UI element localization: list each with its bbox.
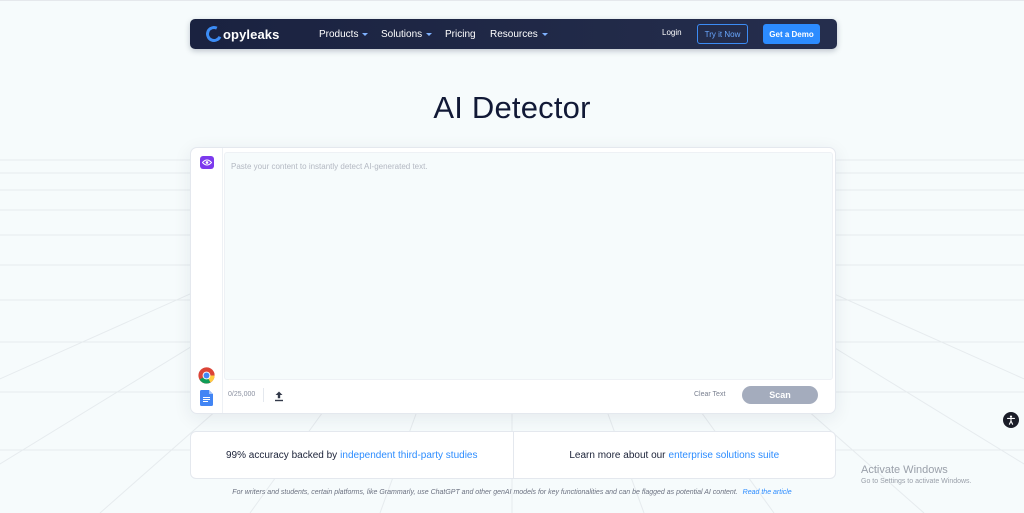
accuracy-text: 99% accuracy backed by [226,449,338,461]
nav-resources[interactable]: Resources [490,27,548,41]
watermark-title: Activate Windows [861,464,948,476]
footer-divider [263,388,264,402]
nav-solutions-label: Solutions [381,28,423,40]
editor-side-toolbar [191,148,223,413]
try-it-now-button[interactable]: Try it Now [697,24,748,44]
read-article-link[interactable]: Read the article [743,489,792,496]
nav-products-label: Products [319,28,359,40]
scan-button[interactable]: Scan [742,386,818,404]
accessibility-icon[interactable] [1003,412,1019,428]
chevron-down-icon [426,32,433,36]
clear-text-button[interactable]: Clear Text [694,391,725,398]
enterprise-info: Learn more about our enterprise solution… [512,432,836,478]
nav-pricing-label: Pricing [445,28,476,40]
disclaimer: For writers and students, certain platfo… [0,489,1024,496]
login-link[interactable]: Login [662,28,682,37]
enterprise-text: Learn more about our [569,449,666,461]
nav-resources-label: Resources [490,28,538,40]
get-a-demo-button[interactable]: Get a Demo [763,24,820,44]
accuracy-info: 99% accuracy backed by independent third… [191,432,513,478]
top-border [0,0,1024,1]
nav-solutions[interactable]: Solutions [381,27,433,41]
disclaimer-text: For writers and students, certain platfo… [232,489,738,496]
eye-icon[interactable] [200,156,214,169]
chevron-down-icon [541,32,548,36]
character-counter: 0/25,000 [228,391,256,398]
content-input[interactable] [224,152,833,380]
third-party-studies-link[interactable]: independent third-party studies [340,450,477,461]
navbar: opyleaks Products Solutions Pricing Reso… [190,19,837,49]
editor-card: 0/25,000 Clear Text Scan [190,147,836,414]
copyleaks-logo[interactable]: opyleaks [203,23,280,45]
nav-pricing[interactable]: Pricing [445,27,476,41]
activate-windows-watermark: Activate Windows Go to Settings to activ… [861,464,972,485]
info-banner: 99% accuracy backed by independent third… [190,431,836,479]
upload-icon[interactable] [274,389,284,402]
logo-text: opyleaks [223,26,280,42]
nav-products[interactable]: Products [319,27,369,41]
chevron-down-icon [362,32,369,36]
editor-footer: 0/25,000 Clear Text Scan [224,381,833,410]
enterprise-suite-link[interactable]: enterprise solutions suite [669,450,780,461]
copyleaks-logo-icon [203,23,225,45]
chrome-icon[interactable] [198,367,215,384]
watermark-subtitle: Go to Settings to activate Windows. [861,478,972,485]
page-title: AI Detector [433,90,591,125]
google-docs-icon[interactable] [200,390,213,406]
